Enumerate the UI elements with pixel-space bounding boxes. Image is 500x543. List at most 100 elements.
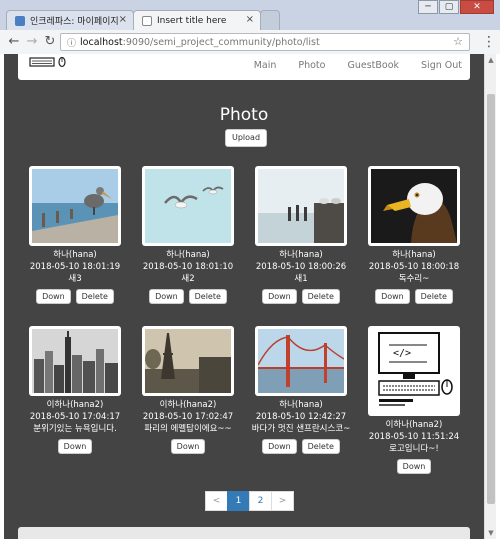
nav-link-photo[interactable]: Photo <box>298 60 325 71</box>
eiffel-tower-image <box>145 329 231 393</box>
forward-icon[interactable]: → <box>24 34 40 50</box>
photo-thumbnail[interactable] <box>142 326 234 396</box>
tab-mypage[interactable]: 인크레파스: 마이페이지 × <box>6 10 134 30</box>
scrollbar-thumb[interactable] <box>487 94 495 504</box>
favicon-icon <box>15 15 25 26</box>
photo-caption: 분위기있는 뉴욕입니다. <box>33 424 117 434</box>
photo-date: 2018-05-10 11:51:24 <box>368 432 460 442</box>
photo-caption: 새3 <box>68 274 82 284</box>
photo-thumbnail[interactable] <box>29 166 121 246</box>
photo-date: 2018-05-10 18:00:18 <box>368 262 460 272</box>
photo-thumbnail[interactable] <box>255 326 347 396</box>
footer <box>18 527 470 539</box>
vertical-scrollbar[interactable]: ▲ ▼ <box>484 54 496 539</box>
download-button[interactable]: Down <box>396 459 432 474</box>
photo-thumbnail[interactable]: </> <box>368 326 460 416</box>
golden-gate-bridge-image <box>258 329 344 393</box>
pelican-pier-image <box>32 169 118 243</box>
close-window-button[interactable]: ✕ <box>460 0 494 14</box>
nav-links: Main Photo GuestBook Sign Out <box>232 60 462 71</box>
photo-author: 하나(hana) <box>53 250 97 260</box>
browser-chrome: 인크레파스: 마이페이지 × Insert title here × ─ ▢ ✕… <box>0 0 500 54</box>
delete-button[interactable]: Delete <box>75 289 114 304</box>
photo-date: 2018-05-10 17:02:47 <box>142 412 234 422</box>
delete-button[interactable]: Delete <box>188 289 227 304</box>
nav-link-guestbook[interactable]: GuestBook <box>347 60 399 71</box>
photo-thumbnail[interactable] <box>29 326 121 396</box>
info-icon[interactable]: ⓘ <box>67 36 76 49</box>
photo-date: 2018-05-10 18:00:26 <box>255 262 347 272</box>
reload-icon[interactable]: ↻ <box>42 34 58 50</box>
photo-author: 하나(hana) <box>392 250 436 260</box>
back-icon[interactable]: ← <box>6 34 22 50</box>
photo-card: 하나(hana) 2018-05-10 18:01:10 새2 Down Del… <box>133 166 243 304</box>
computer-logo-icon[interactable] <box>28 54 70 72</box>
photo-card: 하나(hana) 2018-05-10 18:00:18 독수리~ Down D… <box>359 166 469 304</box>
photo-thumbnail[interactable] <box>255 166 347 246</box>
photo-thumbnail[interactable] <box>368 166 460 246</box>
address-bar: ← → ↻ ⓘ localhost:9090/semi_project_comm… <box>0 30 500 54</box>
menu-icon[interactable]: ⋮ <box>482 34 496 50</box>
download-button[interactable]: Down <box>262 439 297 454</box>
pagination-page-2[interactable]: 2 <box>249 491 272 511</box>
tab-insert-title[interactable]: Insert title here × <box>133 10 261 30</box>
nav-link-sign-out[interactable]: Sign Out <box>421 60 462 71</box>
tab-title: Insert title here <box>157 15 227 26</box>
svg-text:</>: </> <box>393 348 411 359</box>
photo-author: 이하나(hana2) <box>159 400 217 410</box>
photo-card: </> 이하나(hana2) 2018-05-10 11:51:24 로고입니다… <box>359 326 469 474</box>
photo-author: 이하나(hana2) <box>385 420 443 430</box>
tab-close-icon[interactable]: × <box>119 14 127 25</box>
site-navbar: Main Photo GuestBook Sign Out <box>18 54 470 80</box>
photo-caption: 로고입니다~! <box>389 444 439 454</box>
photo-caption: 새1 <box>294 274 308 284</box>
photo-card: 이하나(hana2) 2018-05-10 17:02:47 파리의 에펠탑이에… <box>133 326 243 454</box>
pagination: < 1 2 > <box>205 491 294 511</box>
minimize-button[interactable]: ─ <box>418 0 438 14</box>
maximize-button[interactable]: ▢ <box>439 0 459 14</box>
delete-button[interactable]: Delete <box>301 439 340 454</box>
new-york-skyline-image <box>32 329 118 393</box>
url-host: localhost <box>80 36 123 48</box>
photo-caption: 바다가 멋진 샌프란시스코~ <box>251 424 351 434</box>
photo-author: 하나(hana) <box>279 400 323 410</box>
delete-button[interactable]: Delete <box>414 289 453 304</box>
nav-link-main[interactable]: Main <box>254 60 277 71</box>
page-title: Photo <box>219 105 269 125</box>
photo-thumbnail[interactable] <box>142 166 234 246</box>
scroll-down-icon[interactable]: ▼ <box>485 527 497 539</box>
page-icon <box>142 15 152 26</box>
download-button[interactable]: Down <box>375 289 410 304</box>
photo-card: 이하나(hana2) 2018-05-10 17:04:17 분위기있는 뉴욕입… <box>20 326 130 454</box>
eagle-head-image <box>371 169 457 243</box>
pagination-page-1[interactable]: 1 <box>227 491 250 511</box>
tab-close-icon[interactable]: × <box>246 14 254 25</box>
photo-author: 이하나(hana2) <box>46 400 104 410</box>
bookmark-star-icon[interactable]: ☆ <box>453 35 463 48</box>
url-path: :9090/semi_project_community/photo/list <box>122 36 320 48</box>
photo-caption: 독수리~ <box>398 274 430 284</box>
download-button[interactable]: Down <box>57 439 93 454</box>
new-tab-button[interactable] <box>260 10 280 30</box>
pagination-next[interactable]: > <box>271 491 294 511</box>
upload-button[interactable]: Upload <box>225 129 268 147</box>
photo-author: 하나(hana) <box>279 250 323 260</box>
download-button[interactable]: Down <box>170 439 206 454</box>
delete-button[interactable]: Delete <box>301 289 340 304</box>
download-button[interactable]: Down <box>149 289 184 304</box>
photo-card: 하나(hana) 2018-05-10 12:42:27 바다가 멋진 샌프란시… <box>246 326 356 454</box>
photo-card: 하나(hana) 2018-05-10 18:00:26 새1 Down Del… <box>246 166 356 304</box>
download-button[interactable]: Down <box>262 289 297 304</box>
tab-title: 인크레파스: 마이페이지 <box>30 17 119 27</box>
photo-date: 2018-05-10 17:04:17 <box>29 412 121 422</box>
photo-author: 하나(hana) <box>166 250 210 260</box>
download-button[interactable]: Down <box>36 289 71 304</box>
photo-date: 2018-05-10 18:01:19 <box>29 262 121 272</box>
pagination-prev[interactable]: < <box>205 491 228 511</box>
url-input[interactable]: ⓘ localhost:9090/semi_project_community/… <box>60 33 470 51</box>
scroll-up-icon[interactable]: ▲ <box>485 54 497 66</box>
photo-card: 하나(hana) 2018-05-10 18:01:19 새3 Down Del… <box>20 166 130 304</box>
window-controls: ─ ▢ ✕ <box>417 0 494 14</box>
page-viewport: Main Photo GuestBook Sign Out Photo Uplo… <box>4 54 484 539</box>
tab-strip: 인크레파스: 마이페이지 × Insert title here × ─ ▢ ✕ <box>0 0 500 30</box>
